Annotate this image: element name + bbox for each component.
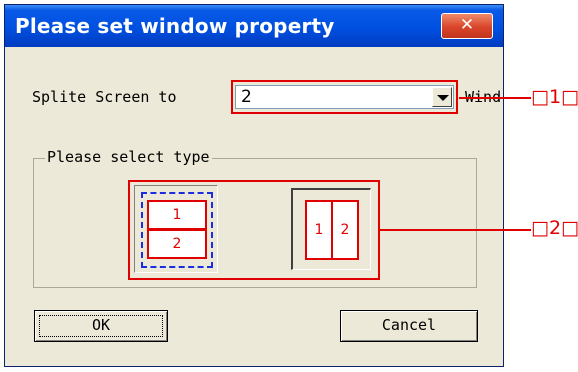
pane-2: 2 <box>331 200 359 260</box>
callout-1-line <box>459 97 531 99</box>
cancel-button[interactable]: Cancel <box>340 310 478 342</box>
pane-1: 1 <box>305 200 333 260</box>
pane-2: 2 <box>147 229 207 259</box>
split-count-highlight: 2 <box>231 80 458 114</box>
cancel-button-label: Cancel <box>381 316 437 334</box>
close-icon: ✕ <box>459 15 475 35</box>
close-button[interactable]: ✕ <box>441 13 493 39</box>
pane-1: 1 <box>147 200 207 230</box>
callout-2-line <box>380 229 531 231</box>
callout-2-label: □2□ <box>531 217 578 239</box>
dropdown-arrow-button[interactable] <box>432 87 452 107</box>
dialog-title: Please set window property <box>15 14 335 38</box>
title-bar[interactable]: Please set window property ✕ <box>5 5 503 47</box>
focus-rect <box>39 315 163 337</box>
type-group-legend: Please select type <box>45 148 212 166</box>
split-count-value: 2 <box>241 87 252 107</box>
ok-button[interactable]: OK <box>34 310 168 342</box>
callout-1-label: □1□ <box>531 86 578 108</box>
split-count-select[interactable]: 2 <box>235 85 454 109</box>
split-screen-label: Splite Screen to <box>32 88 177 106</box>
